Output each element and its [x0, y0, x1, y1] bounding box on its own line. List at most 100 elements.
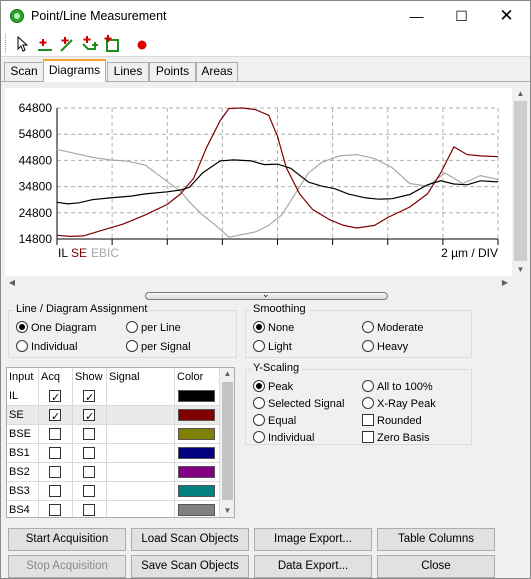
radio-button-icon[interactable]	[253, 380, 265, 392]
radio-button-icon[interactable]	[253, 340, 265, 352]
color-cell[interactable]	[175, 406, 220, 425]
color-swatch[interactable]	[178, 428, 215, 440]
signal-cell[interactable]	[107, 425, 175, 444]
table-columns-button[interactable]: Table Columns	[377, 528, 495, 551]
color-swatch[interactable]	[178, 485, 215, 497]
add-line-icon[interactable]	[57, 34, 77, 54]
radio-one-diagram[interactable]: One Diagram	[16, 321, 96, 334]
tab-lines[interactable]: Lines	[107, 62, 149, 81]
close-button[interactable]: Close	[377, 555, 495, 578]
radio-individual[interactable]: Individual	[16, 340, 77, 353]
show-checkbox[interactable]	[83, 389, 95, 406]
show-checkbox[interactable]	[83, 447, 95, 459]
color-cell[interactable]	[175, 387, 220, 406]
save-scan-objects-button[interactable]: Save Scan Objects	[131, 555, 249, 578]
table-row[interactable]: BS4	[7, 501, 220, 517]
add-area-icon[interactable]	[102, 34, 122, 54]
radio-button-icon[interactable]	[253, 414, 265, 426]
table-vertical-scrollbar[interactable]: ▲ ▼	[220, 368, 234, 517]
panel-splitter[interactable]: ⌄	[145, 289, 388, 300]
tab-areas[interactable]: Areas	[196, 62, 238, 81]
table-row[interactable]: BSE	[7, 425, 220, 444]
radio-button-icon[interactable]	[362, 340, 374, 352]
image-export-button[interactable]: Image Export...	[254, 528, 372, 551]
radio-yscale-xray-peak[interactable]: X-Ray Peak	[362, 397, 436, 410]
color-cell[interactable]	[175, 482, 220, 501]
scroll-left-arrow-icon[interactable]: ◀	[5, 276, 19, 290]
radio-button-icon[interactable]	[362, 321, 374, 333]
show-checkbox[interactable]	[83, 428, 95, 440]
signal-cell[interactable]	[107, 387, 175, 406]
show-checkbox[interactable]	[83, 504, 95, 516]
acq-checkbox[interactable]	[49, 428, 61, 440]
radio-smoothing-light[interactable]: Light	[253, 340, 292, 353]
close-window-button[interactable]: ✕	[484, 1, 529, 31]
acq-checkbox[interactable]	[49, 504, 61, 516]
column-header-color[interactable]: Color	[175, 368, 220, 387]
checkbox-icon[interactable]	[362, 431, 374, 443]
signal-cell[interactable]	[107, 444, 175, 463]
table-row[interactable]: SE	[7, 406, 220, 425]
tab-diagrams[interactable]: Diagrams	[43, 59, 106, 82]
add-point-icon[interactable]	[35, 34, 55, 54]
record-icon[interactable]	[132, 34, 152, 54]
add-polyline-icon[interactable]	[80, 34, 100, 54]
column-header-acq[interactable]: Acq	[39, 368, 73, 387]
select-pointer-icon[interactable]	[13, 34, 33, 54]
column-header-show[interactable]: Show	[73, 368, 107, 387]
radio-button-icon[interactable]	[16, 321, 28, 333]
radio-button-icon[interactable]	[253, 431, 265, 443]
scroll-down-arrow-icon[interactable]: ▼	[220, 505, 234, 517]
load-scan-objects-button[interactable]: Load Scan Objects	[131, 528, 249, 551]
show-checkbox[interactable]	[83, 485, 95, 497]
plot-horizontal-scrollbar[interactable]: ◀ ▶	[5, 276, 512, 290]
scroll-right-arrow-icon[interactable]: ▶	[498, 276, 512, 290]
radio-per-signal[interactable]: per Signal	[126, 340, 191, 353]
start-acquisition-button[interactable]: Start Acquisition	[8, 528, 126, 551]
scroll-up-arrow-icon[interactable]: ▲	[512, 88, 529, 100]
show-checkbox[interactable]	[83, 466, 95, 478]
color-swatch[interactable]	[178, 466, 215, 478]
table-row[interactable]: BS2	[7, 463, 220, 482]
checkbox-icon[interactable]	[362, 414, 374, 426]
scrollbar-thumb[interactable]	[222, 382, 233, 500]
color-cell[interactable]	[175, 501, 220, 517]
acq-checkbox[interactable]	[49, 389, 61, 406]
signal-cell[interactable]	[107, 482, 175, 501]
scrollbar-thumb[interactable]	[514, 101, 527, 261]
color-swatch[interactable]	[178, 409, 215, 421]
radio-button-icon[interactable]	[362, 397, 374, 409]
stop-acquisition-button[interactable]: Stop Acquisition	[8, 555, 126, 578]
color-swatch[interactable]	[178, 504, 215, 516]
color-swatch[interactable]	[178, 390, 215, 402]
acq-checkbox[interactable]	[49, 408, 61, 425]
tab-scan[interactable]: Scan	[4, 62, 44, 81]
checkbox-zero-basis[interactable]: Zero Basis	[362, 431, 430, 444]
color-cell[interactable]	[175, 425, 220, 444]
table-row[interactable]: BS1	[7, 444, 220, 463]
radio-yscale-selected-signal[interactable]: Selected Signal	[253, 397, 344, 410]
acq-checkbox[interactable]	[49, 485, 61, 497]
radio-yscale-all-100[interactable]: All to 100%	[362, 380, 433, 393]
radio-smoothing-heavy[interactable]: Heavy	[362, 340, 408, 353]
table-row[interactable]: IL	[7, 387, 220, 406]
acq-checkbox[interactable]	[49, 466, 61, 478]
scroll-up-arrow-icon[interactable]: ▲	[220, 368, 234, 380]
radio-button-icon[interactable]	[126, 340, 138, 352]
radio-per-line[interactable]: per Line	[126, 321, 181, 334]
signal-cell[interactable]	[107, 406, 175, 425]
radio-yscale-individual[interactable]: Individual	[253, 431, 314, 444]
radio-yscale-peak[interactable]: Peak	[253, 380, 293, 393]
diagram-plot[interactable]: 64800 54800 44800 34800 24800 14800 IL SE EBI…	[5, 88, 512, 276]
radio-button-icon[interactable]	[253, 397, 265, 409]
color-cell[interactable]	[175, 463, 220, 482]
color-cell[interactable]	[175, 444, 220, 463]
acq-checkbox[interactable]	[49, 447, 61, 459]
radio-button-icon[interactable]	[16, 340, 28, 352]
minimize-button[interactable]: —	[394, 1, 439, 31]
column-header-signal[interactable]: Signal	[107, 368, 175, 387]
table-row[interactable]: BS3	[7, 482, 220, 501]
plot-vertical-scrollbar[interactable]: ▲ ▼	[512, 88, 529, 276]
checkbox-rounded[interactable]: Rounded	[362, 414, 422, 427]
data-export-button[interactable]: Data Export...	[254, 555, 372, 578]
